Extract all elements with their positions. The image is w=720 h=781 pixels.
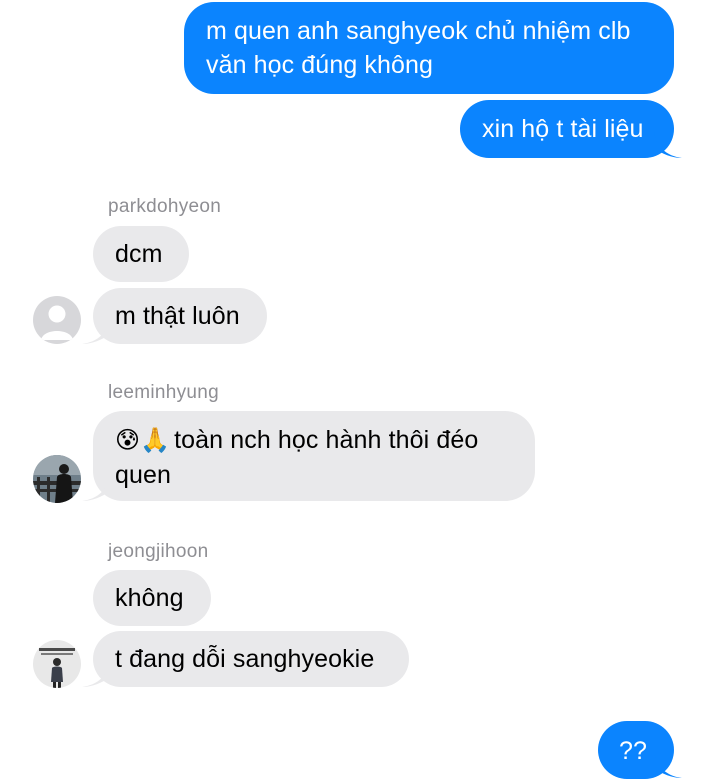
received-message-bubble[interactable]: không xyxy=(93,570,211,626)
sender-name: leeminhyung xyxy=(108,382,220,403)
received-message-bubble[interactable]: dcm xyxy=(93,226,189,282)
bubble-tail-icon xyxy=(82,475,110,501)
sender-name: jeongjihoon xyxy=(108,541,209,562)
bubble-tail-icon xyxy=(82,318,110,344)
received-message-text: m thật luôn xyxy=(115,302,240,330)
bubble-tail-icon xyxy=(82,661,110,687)
sender-name: parkdohyeon xyxy=(108,196,222,217)
received-message-text: không xyxy=(115,584,184,612)
bubble-tail-icon xyxy=(654,132,682,158)
received-message-text: dcm xyxy=(115,240,163,268)
default-avatar-icon[interactable] xyxy=(33,296,81,344)
emoji-icon: 😰🙏 xyxy=(115,427,171,454)
bubble-tail-icon xyxy=(654,752,682,778)
received-message-bubble[interactable]: t đang dỗi sanghyeokie xyxy=(93,631,409,687)
sent-message-text: ?? xyxy=(619,737,648,765)
received-message-bubble[interactable]: 😰🙏 toàn nch học hành thôi đéo quen xyxy=(93,411,535,501)
received-message-text: t đang dỗi sanghyeokie xyxy=(115,645,375,673)
profile-avatar-icon[interactable] xyxy=(33,455,81,503)
sent-message-bubble[interactable]: xin hộ t tài liệu xyxy=(460,100,674,158)
profile-avatar-icon[interactable] xyxy=(33,640,81,688)
received-message-bubble[interactable]: m thật luôn xyxy=(93,288,267,344)
sent-message-text: xin hộ t tài liệu xyxy=(482,115,644,143)
sent-message-bubble[interactable]: m quen anh sanghyeok chủ nhiệm clb văn h… xyxy=(184,2,674,94)
sent-message-text: m quen anh sanghyeok chủ nhiệm clb văn h… xyxy=(206,17,631,79)
